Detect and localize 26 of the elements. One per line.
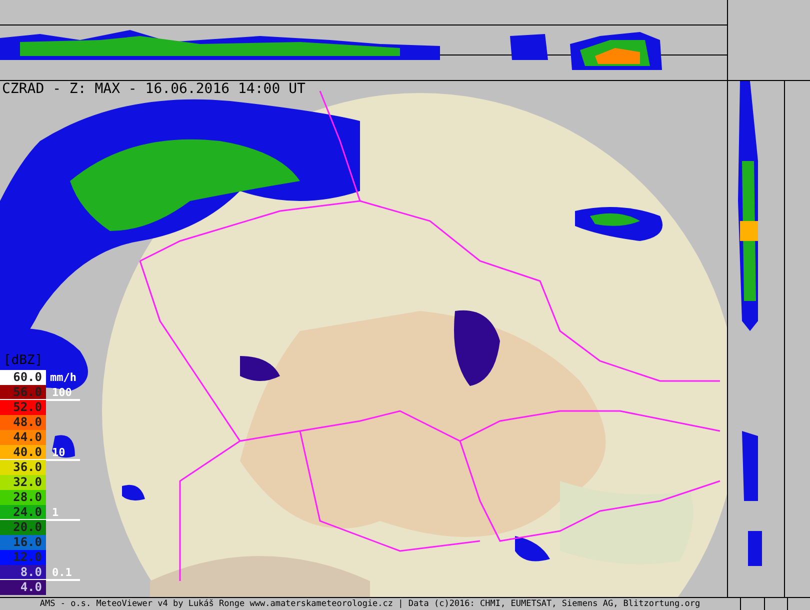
legend-color-swatch: 20.0	[0, 520, 46, 535]
rain-rate-label: 1	[52, 507, 59, 519]
legend-header: [dBZ]	[2, 352, 44, 370]
legend-color-swatch: 8.0	[0, 565, 46, 580]
rain-rate-label: 0.1	[52, 567, 72, 579]
precipitation-echo	[52, 435, 75, 458]
map-title: CZRAD - Z: MAX - 16.06.2016 14:00 UT	[2, 81, 306, 97]
legend-color-swatch: 52.0	[0, 400, 46, 415]
legend-color-swatch: 4.0	[0, 580, 46, 595]
precipitation-echo	[122, 484, 145, 500]
legend-color-swatch: 40.0	[0, 445, 46, 460]
unit-label: mm/h	[50, 371, 76, 384]
rain-rate-label: 10	[52, 447, 66, 459]
legend-color-swatch: 48.0	[0, 415, 46, 430]
legend-color-swatch: 36.0	[0, 460, 46, 475]
legend-color-swatch: 12.0	[0, 550, 46, 565]
legend-color-swatch: 32.0	[0, 475, 46, 490]
legend-color-swatch: 56.0	[0, 385, 46, 400]
legend-color-swatch: 28.0	[0, 490, 46, 505]
legend-color-swatch: 60.0	[0, 370, 46, 385]
footer-credits: AMS - o.s. MeteoViewer v4 by Lukáš Ronge www.amaterskameteorologie.cz | Data (c)2016: CHMI, EUMETSAT, Siemens AG, Blitzortung.org	[38, 598, 702, 610]
precipitation-echo	[515, 536, 550, 562]
legend-color-swatch: 24.0	[0, 505, 46, 520]
rain-rate-label: 100	[52, 387, 72, 399]
legend-color-swatch: 44.0	[0, 430, 46, 445]
legend-color-swatch: 16.0	[0, 535, 46, 550]
